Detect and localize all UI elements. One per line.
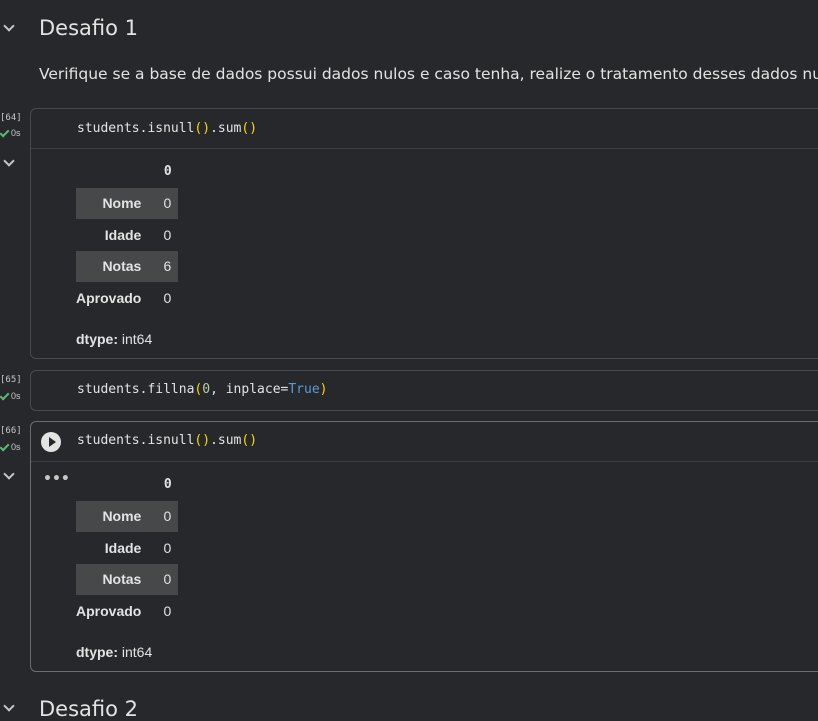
cell-exec-time: 0s bbox=[11, 391, 21, 401]
output-table: 0 Nome 0 Idade 0 Notas 6 Aprovado 0 bbox=[76, 156, 179, 314]
cell-divider bbox=[31, 461, 818, 462]
check-icon bbox=[0, 390, 10, 401]
column-header: 0 bbox=[163, 164, 172, 180]
table-row: Nome 0 bbox=[76, 187, 179, 219]
table-row: Notas 6 bbox=[76, 250, 179, 282]
section-description: Verifique se a base de dados possui dado… bbox=[39, 65, 818, 83]
dtype-label: dtype: int64 bbox=[76, 331, 153, 347]
cell-exec-status: 0s bbox=[0, 441, 21, 452]
table-row: Aprovado 0 bbox=[76, 289, 172, 306]
more-horizontal-icon[interactable]: ••• bbox=[43, 471, 70, 487]
cell-exec-status: 0s bbox=[0, 390, 21, 401]
section-title-desafio-1: Desafio 1 bbox=[39, 16, 139, 40]
cell-exec-time: 0s bbox=[11, 442, 21, 452]
cell-exec-count: [65] bbox=[0, 375, 22, 385]
code-line[interactable]: students.isnull().sum() bbox=[77, 433, 257, 448]
table-row: Notas 0 bbox=[76, 563, 179, 595]
cell-exec-count: [64] bbox=[0, 113, 22, 123]
chevron-down-icon[interactable] bbox=[3, 20, 15, 32]
section-title-desafio-2: Desafio 2 bbox=[39, 697, 139, 721]
table-row: Aprovado 0 bbox=[76, 602, 172, 619]
chevron-down-icon[interactable] bbox=[3, 468, 15, 480]
code-line[interactable]: students.fillna(0, inplace=True) bbox=[77, 382, 328, 397]
table-row: Idade 0 bbox=[104, 226, 172, 243]
cell-divider bbox=[31, 148, 818, 149]
cell-exec-time: 0s bbox=[11, 128, 21, 138]
play-circle-icon[interactable] bbox=[41, 432, 61, 452]
column-header: 0 bbox=[163, 477, 172, 493]
check-icon bbox=[0, 441, 10, 452]
dtype-label: dtype: int64 bbox=[76, 644, 153, 660]
output-table: 0 Nome 0 Idade 0 Notas 0 Aprovado 0 bbox=[76, 469, 179, 627]
cell-exec-count: [66] bbox=[0, 426, 22, 436]
cell-exec-status: 0s bbox=[0, 127, 21, 138]
chevron-down-icon[interactable] bbox=[3, 700, 15, 712]
table-row: Idade 0 bbox=[104, 539, 172, 556]
check-icon bbox=[0, 127, 10, 138]
chevron-down-icon[interactable] bbox=[3, 155, 15, 167]
table-row: Nome 0 bbox=[76, 500, 179, 532]
code-line[interactable]: students.isnull().sum() bbox=[77, 121, 257, 136]
